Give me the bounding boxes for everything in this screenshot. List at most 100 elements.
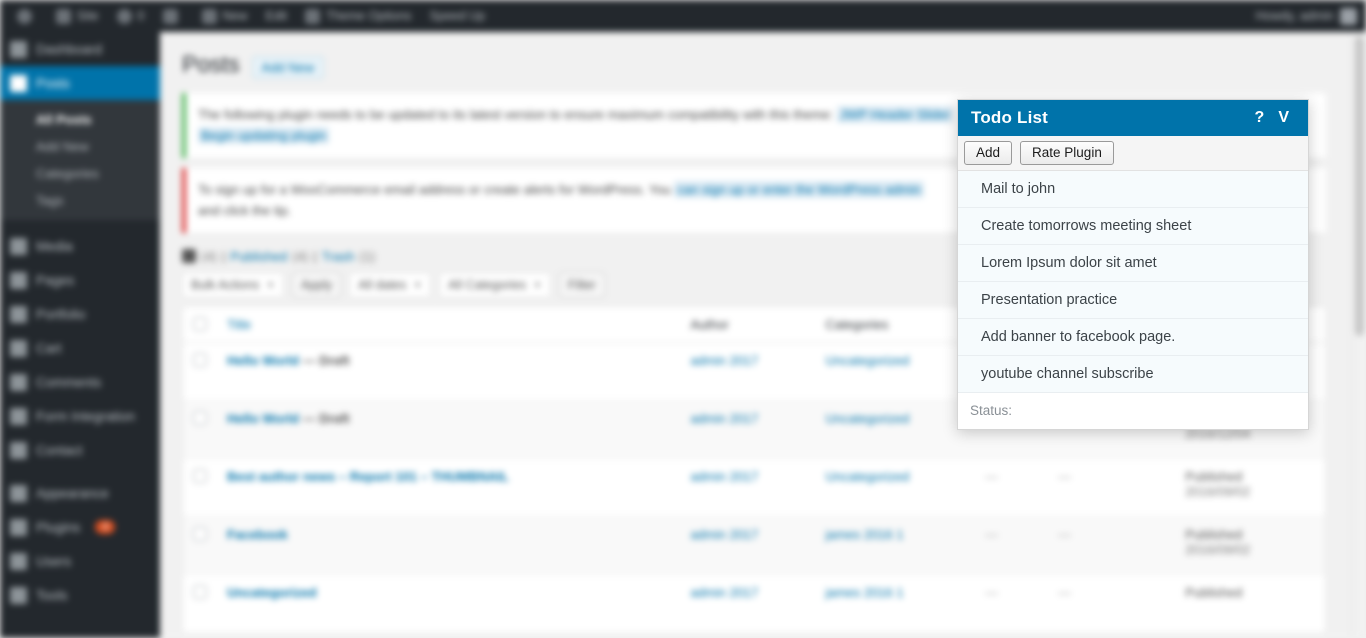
adminbar-item-new[interactable]: New [193,0,257,32]
row-checkbox[interactable] [193,410,207,425]
chevron-down-icon[interactable]: V [1271,110,1296,126]
sidebar-submenu-posts: All Posts Add New Categories Tags [0,100,160,220]
cell-author[interactable]: admin 2017 [680,574,815,632]
notice-action-link[interactable]: Begin updating plugin [198,127,330,145]
adminbar-item-howdy[interactable]: Howdy, admin [1247,0,1366,32]
post-title-link[interactable]: Hello World [227,353,299,368]
row-select-cell [183,574,218,632]
notice-link[interactable]: JWP Header Slider [836,106,954,123]
cell-author[interactable]: admin 2017 [680,342,815,400]
post-state: — Draft [302,352,350,368]
adminbar-item-site[interactable]: Site [47,0,108,32]
bulk-actions-select[interactable]: Bulk Actions ▼ [182,271,285,298]
adminbar-item-speed-up[interactable]: Speed Up [421,0,495,32]
filter-link-trash[interactable]: Trash [322,249,355,264]
row-checkbox[interactable] [193,584,207,599]
table-row[interactable]: Uncategorized admin 2017 james 2016 1 — … [182,574,1326,633]
sidebar-item-tools[interactable]: Tools [0,578,160,612]
post-title-link[interactable]: Uncategorized [227,585,317,600]
row-checkbox[interactable] [193,526,207,541]
table-row[interactable]: Facebook admin 2017 james 2016 1 — — Pub… [182,516,1326,575]
sidebar-subitem-categories[interactable]: Categories [0,160,160,187]
sidebar-item-posts[interactable]: Posts [0,66,160,100]
column-header-categories: Categories [815,306,976,343]
sidebar-item-dashboard[interactable]: Dashboard [0,32,160,66]
sidebar-subitem-add-new[interactable]: Add New [0,133,160,160]
cell-categories[interactable]: james 2016 1 [816,574,975,632]
row-checkbox[interactable] [193,468,207,483]
cell-categories[interactable]: james 2016 1 [816,516,975,574]
category-filter-label: All Categories [448,277,526,292]
cell-author[interactable]: admin 2017 [680,516,815,574]
adminbar-item-comments[interactable] [154,0,193,32]
sidebar-item-label: Media [36,238,73,254]
sidebar-item-contact[interactable]: Contact [0,433,160,467]
list-item[interactable]: Add banner to facebook page. [958,319,1308,357]
sidebar-item-pages[interactable]: Pages [0,263,160,297]
screen-options-icon [182,249,196,264]
list-item[interactable]: youtube channel subscribe [958,356,1308,394]
post-title-link[interactable]: Hello World [227,411,299,426]
filter-count-published: (4) [292,248,309,264]
page-scrollbar[interactable] [1351,32,1366,638]
select-all-checkbox[interactable] [193,316,207,331]
cell-categories[interactable]: Uncategorized [816,342,975,400]
cell-tags: — [985,468,999,484]
column-header-title[interactable]: Title [217,306,681,343]
adminbar-label: New [222,9,248,23]
sidebar-item-cart[interactable]: Cart [0,331,160,365]
plus-icon [201,8,217,24]
page-title: Posts [182,51,240,77]
column-header-author[interactable]: Author [680,306,816,343]
sidebar-item-label: Cart [36,340,62,356]
list-item[interactable]: Presentation practice [958,282,1308,320]
post-title-link[interactable]: Facebook [227,527,288,542]
add-new-post-button[interactable]: Add New [251,56,325,79]
sidebar-item-users[interactable]: Users [0,544,160,578]
table-row[interactable]: Best author news – Report 101 – THUMBNAI… [182,458,1326,517]
sidebar-item-plugins[interactable]: Plugins 4 [0,510,160,544]
sidebar-subitem-all-posts[interactable]: All Posts [0,106,160,133]
sidebar-item-media[interactable]: Media [0,229,160,263]
row-checkbox[interactable] [193,352,207,367]
sidebar-item-label: Posts [36,75,70,91]
todo-panel-header: Todo List ? V [958,100,1308,136]
sidebar-item-comments[interactable]: Comments [0,365,160,399]
cell-author[interactable]: admin 2017 [680,458,815,516]
list-item[interactable]: Create tomorrows meeting sheet [958,208,1308,246]
list-item[interactable]: Lorem Ipsum dolor sit amet [958,245,1308,283]
rate-plugin-button[interactable]: Rate Plugin [1020,141,1114,166]
adminbar-item-updates[interactable]: 0 [108,0,154,32]
sidebar-item-appearance[interactable]: Appearance [0,476,160,510]
sidebar-item-label: Dashboard [36,41,103,57]
admin-bar: Site 0 New Edit Theme Options Speed Up H… [0,0,1366,32]
chevron-down-icon: ▼ [266,279,276,290]
sidebar-item-portfolio[interactable]: Portfolio [0,297,160,331]
help-icon[interactable]: ? [1248,110,1272,126]
sidebar-subitem-label: All Posts [36,112,92,127]
menu-separator [0,220,160,229]
cell-categories[interactable]: Uncategorized [816,458,975,516]
add-button[interactable]: Add [964,141,1013,166]
row-select-cell [183,516,218,574]
date-line-1: Published [1185,468,1243,484]
cell-categories[interactable]: Uncategorized [816,400,975,458]
forms-icon [10,407,27,425]
adminbar-item-theme-options[interactable]: Theme Options [296,0,420,32]
adminbar-item-wordpress[interactable] [8,0,47,32]
filter-link-published[interactable]: Published [230,249,287,264]
filter-button[interactable]: Filter [558,271,605,298]
date-filter-select[interactable]: All dates ▼ [349,271,432,298]
apply-button[interactable]: Apply [292,271,342,298]
page-scrollbar-thumb[interactable] [1355,36,1364,336]
notice-link[interactable]: can sign up or enter the WordPress admin [674,180,924,198]
adminbar-item-edit[interactable]: Edit [257,0,297,32]
sidebar-item-form-integration[interactable]: Form Integration [0,399,160,433]
cell-author[interactable]: admin 2017 [680,400,815,458]
sidebar-subitem-tags[interactable]: Tags [0,187,160,214]
category-filter-select[interactable]: All Categories ▼ [439,271,551,298]
list-item[interactable]: Mail to john [958,171,1308,209]
todo-items-list: Mail to john Create tomorrows meeting sh… [958,171,1308,394]
post-title-link[interactable]: Best author news – Report 101 – THUMBNAI… [227,469,509,484]
post-state: — Draft [302,410,350,426]
